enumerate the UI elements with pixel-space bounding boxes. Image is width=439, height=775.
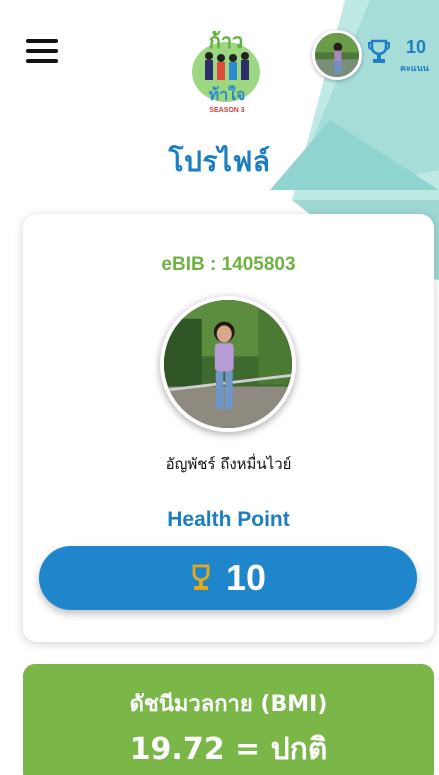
- points-unit-label: คะแนน: [400, 64, 429, 74]
- user-avatar-large[interactable]: [160, 296, 296, 432]
- trophy-icon: [368, 39, 390, 63]
- logo-image: ก้าว ท้าใจ SEASON 3: [192, 29, 260, 114]
- points-value: 10: [406, 37, 427, 57]
- bmi-value: 19.72 = ปกติ: [129, 732, 328, 767]
- user-avatar-small[interactable]: [312, 30, 362, 80]
- svg-text:ท้าใจ: ท้าใจ: [209, 85, 246, 104]
- health-point-value: 10: [225, 557, 267, 598]
- profile-card: eBIB : 1405803 อัญพัชร์ ถึงหมื่นไวย์ Hea…: [23, 214, 434, 642]
- bmi-title: ดัชนีมวลกาย (BMI): [129, 692, 328, 717]
- points-summary[interactable]: 10 คะแนน: [368, 37, 434, 79]
- user-full-name: อัญพัชร์ ถึงหมื่นไวย์: [165, 455, 292, 473]
- svg-text:ก้าว: ก้าว: [209, 29, 244, 53]
- health-point-pill[interactable]: 10: [39, 546, 417, 610]
- app-header: ก้าว ท้าใจ SEASON 3 10 คะแนน โปรไฟล์: [0, 0, 439, 210]
- app-logo[interactable]: ก้าว ท้าใจ SEASON 3: [187, 20, 265, 116]
- svg-text:SEASON 3: SEASON 3: [209, 107, 245, 114]
- page-title: โปรไฟล์: [168, 145, 271, 178]
- health-point-label: Health Point: [167, 508, 290, 531]
- bmi-card: ดัชนีมวลกาย (BMI) 19.72 = ปกติ: [23, 664, 434, 775]
- ebib-number: eBIB : 1405803: [161, 254, 296, 275]
- trophy-icon: [192, 564, 210, 590]
- hamburger-menu-icon[interactable]: [26, 39, 58, 63]
